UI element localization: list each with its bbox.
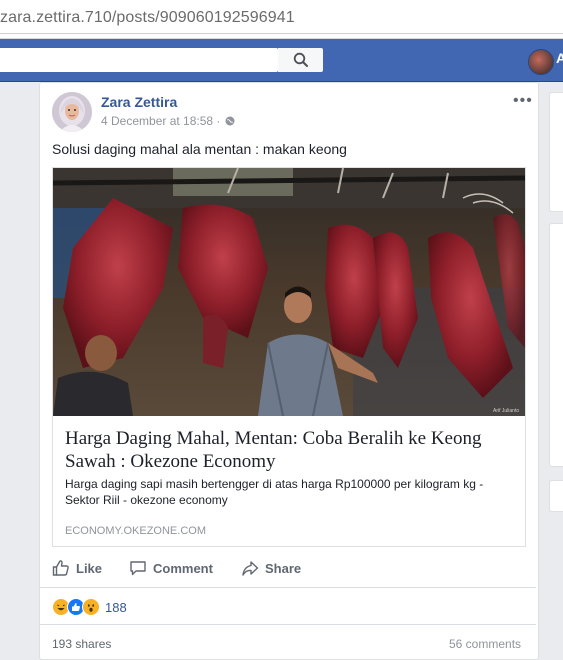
post-options-icon[interactable]: ••• [513, 92, 533, 110]
share-button[interactable]: Share [241, 557, 301, 579]
divider [40, 624, 536, 625]
like-button[interactable]: Like [52, 557, 129, 579]
right-column-card [549, 223, 563, 467]
post-timestamp[interactable]: 4 December at 18:58 · [101, 114, 220, 128]
comments-count[interactable]: 56 comments [449, 637, 521, 651]
divider [40, 587, 536, 588]
link-description: Harga daging sapi masih bertengger di at… [65, 477, 484, 507]
author-avatar-image [52, 92, 92, 132]
like-label: Like [76, 560, 103, 576]
facebook-top-bar [0, 39, 563, 82]
link-title[interactable]: Harga Daging Mahal, Mentan: Coba Beralih… [65, 427, 515, 473]
shares-count[interactable]: 193 shares [52, 637, 111, 651]
author-avatar[interactable] [52, 92, 92, 132]
link-preview-image[interactable]: Arif Julianto [53, 168, 525, 416]
globe-icon[interactable] [225, 116, 235, 126]
link-domain: ECONOMY.OKEZONE.COM [65, 525, 206, 537]
search-input[interactable] [0, 48, 278, 72]
address-bar-divider [0, 33, 563, 34]
share-icon [242, 561, 259, 576]
post-actions: Like Comment Share [52, 557, 524, 579]
profile-avatar[interactable] [528, 49, 554, 75]
url-text[interactable]: zara.zettira.710/posts/909060192596941 [0, 9, 295, 27]
thumbs-up-icon [52, 560, 69, 576]
post-author[interactable]: Zara Zettira [101, 94, 177, 110]
right-column-card [549, 480, 563, 512]
browser-address-bar: zara.zettira.710/posts/909060192596941 [0, 0, 563, 39]
right-column-card [549, 92, 563, 212]
link-preview[interactable]: Arif Julianto Harga Daging Mahal, Mentan… [52, 167, 526, 547]
post-text: Solusi daging mahal ala mentan : makan k… [52, 141, 347, 157]
comment-button[interactable]: Comment [129, 557, 241, 579]
share-label: Share [265, 560, 302, 576]
wow-reaction-icon [82, 598, 100, 616]
search-icon [293, 52, 308, 67]
image-caption: Arif Julianto [493, 408, 519, 414]
search-button[interactable] [278, 48, 323, 72]
comment-icon [130, 561, 146, 576]
comment-label: Comment [153, 560, 213, 576]
left-gutter [0, 82, 36, 658]
reactions-summary[interactable]: 188 [52, 598, 127, 616]
post-meta: 4 December at 18:58 · [101, 114, 235, 128]
profile-name[interactable]: A [556, 50, 563, 66]
reaction-count[interactable]: 188 [105, 600, 127, 615]
